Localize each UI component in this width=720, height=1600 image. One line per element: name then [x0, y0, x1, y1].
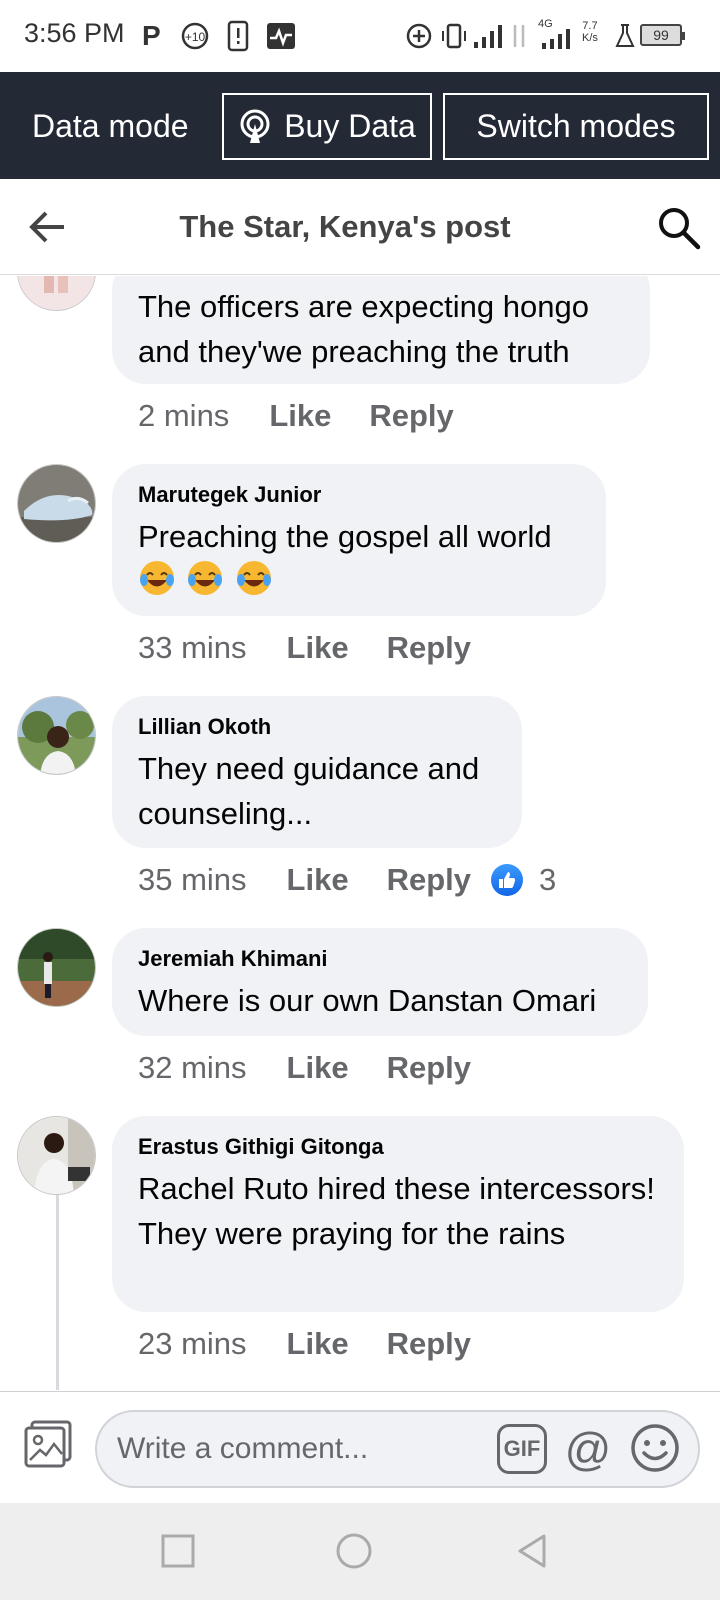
comment-author: Lillian Okoth: [138, 714, 272, 739]
mention-button[interactable]: @: [563, 1422, 613, 1476]
laughing-emoji-icon: [188, 561, 223, 595]
like-button[interactable]: Like: [287, 1050, 349, 1086]
comment-bubble: Lillian Okoth They need guidance and cou…: [112, 696, 522, 848]
comment-bubble: Jeremiah Khimani Where is our own Dansta…: [112, 928, 648, 1036]
comment-author: Erastus Githigi Gitonga: [138, 1134, 384, 1159]
reply-button[interactable]: Reply: [387, 1326, 471, 1362]
lab-flask-icon: [614, 20, 636, 52]
network-speed: 7.7 K/s: [582, 20, 598, 44]
comment-actions: 32 mins Like Reply: [138, 1050, 471, 1086]
commenter-avatar[interactable]: [17, 1116, 96, 1195]
comment-author: Marutegek Junior: [138, 482, 322, 507]
battery-icon: 99: [640, 24, 685, 46]
comment-bubble: Erastus Githigi Gitonga Rachel Ruto hire…: [112, 1116, 684, 1312]
comment-text: They need guidance and counseling...: [138, 751, 480, 831]
search-icon[interactable]: [656, 205, 702, 251]
vibrate-icon: [440, 20, 468, 52]
like-button[interactable]: Like: [287, 1326, 349, 1362]
commenter-avatar[interactable]: [17, 276, 96, 311]
data-transfer-icon: [508, 20, 530, 52]
comment-bubble: Marutegek Junior Preaching the gospel al…: [112, 464, 606, 616]
comment-time: 2 mins: [138, 398, 230, 433]
comment-time: 35 mins: [138, 862, 247, 897]
commenter-avatar[interactable]: [17, 696, 96, 775]
comment-time: 23 mins: [138, 1326, 247, 1361]
data-mode-bar: Data mode Buy Data Switch modes: [0, 72, 720, 179]
comment-text: The officers are expecting hongo and the…: [138, 289, 589, 369]
comments-list[interactable]: The officers are expecting hongo and the…: [0, 276, 720, 1390]
signal-4g-icon: [540, 28, 574, 50]
like-button[interactable]: Like: [269, 398, 331, 434]
buy-data-button[interactable]: Buy Data: [222, 93, 432, 160]
thumbs-up-icon: [491, 864, 523, 896]
post-header: The Star, Kenya's post: [0, 179, 720, 275]
comment-actions: 35 mins Like Reply 3: [138, 862, 556, 898]
activity-icon: [266, 20, 296, 52]
phone-alert-icon: [226, 20, 250, 52]
comment-text: Preaching the gospel all world: [138, 519, 552, 554]
laughing-emoji-icon: [236, 561, 271, 595]
recents-square-icon[interactable]: [158, 1531, 198, 1571]
smiley-icon[interactable]: [629, 1422, 681, 1474]
switch-modes-label: Switch modes: [476, 108, 676, 144]
laughing-emoji-icon: [140, 561, 174, 595]
broadcast-icon: [240, 109, 270, 143]
comment-actions: 2 mins Like Reply: [138, 398, 454, 434]
comment-text: Where is our own Danstan Omari: [138, 983, 597, 1018]
plus-ten-icon: +10: [180, 20, 210, 52]
buy-data-label: Buy Data: [284, 108, 416, 144]
comment-time: 33 mins: [138, 630, 247, 665]
signal-icon: [472, 20, 506, 52]
svg-text:+10: +10: [185, 30, 206, 44]
status-time: 3:56 PM: [24, 18, 125, 48]
reply-button[interactable]: Reply: [387, 1050, 471, 1086]
photo-gallery-icon[interactable]: [22, 1418, 74, 1470]
system-nav-bar: [0, 1503, 720, 1600]
status-bar: 3:56 PM P +10 4G 7.7 K/s 99: [0, 0, 720, 72]
reply-button[interactable]: Reply: [387, 862, 471, 898]
reaction-summary[interactable]: 3: [491, 862, 556, 898]
page-title: The Star, Kenya's post: [179, 209, 511, 244]
reply-button[interactable]: Reply: [387, 630, 471, 666]
comment-actions: 33 mins Like Reply: [138, 630, 471, 666]
switch-modes-button[interactable]: Switch modes: [443, 93, 709, 160]
comment-bubble: The officers are expecting hongo and the…: [112, 276, 650, 384]
reply-button[interactable]: Reply: [369, 398, 453, 434]
comment-input[interactable]: [117, 1426, 477, 1472]
commenter-avatar[interactable]: [17, 928, 96, 1007]
home-circle-icon[interactable]: [334, 1531, 374, 1571]
comment-field: GIF @: [95, 1410, 700, 1488]
comment-author: Jeremiah Khimani: [138, 946, 328, 971]
gif-button[interactable]: GIF: [497, 1424, 547, 1474]
reply-thread-line: [56, 1194, 59, 1390]
data-saver-icon: [405, 20, 433, 52]
parking-app-icon: P: [142, 20, 161, 51]
comment-composer: GIF @: [0, 1391, 720, 1503]
comment-actions: 23 mins Like Reply: [138, 1326, 471, 1362]
commenter-avatar[interactable]: [17, 464, 96, 543]
like-button[interactable]: Like: [287, 862, 349, 898]
like-button[interactable]: Like: [287, 630, 349, 666]
comment-text: Rachel Ruto hired these intercessors! Th…: [138, 1171, 655, 1251]
reaction-count: 3: [539, 862, 557, 897]
data-mode-label: Data mode: [32, 108, 189, 144]
comment-time: 32 mins: [138, 1050, 247, 1085]
back-triangle-icon[interactable]: [512, 1531, 552, 1571]
